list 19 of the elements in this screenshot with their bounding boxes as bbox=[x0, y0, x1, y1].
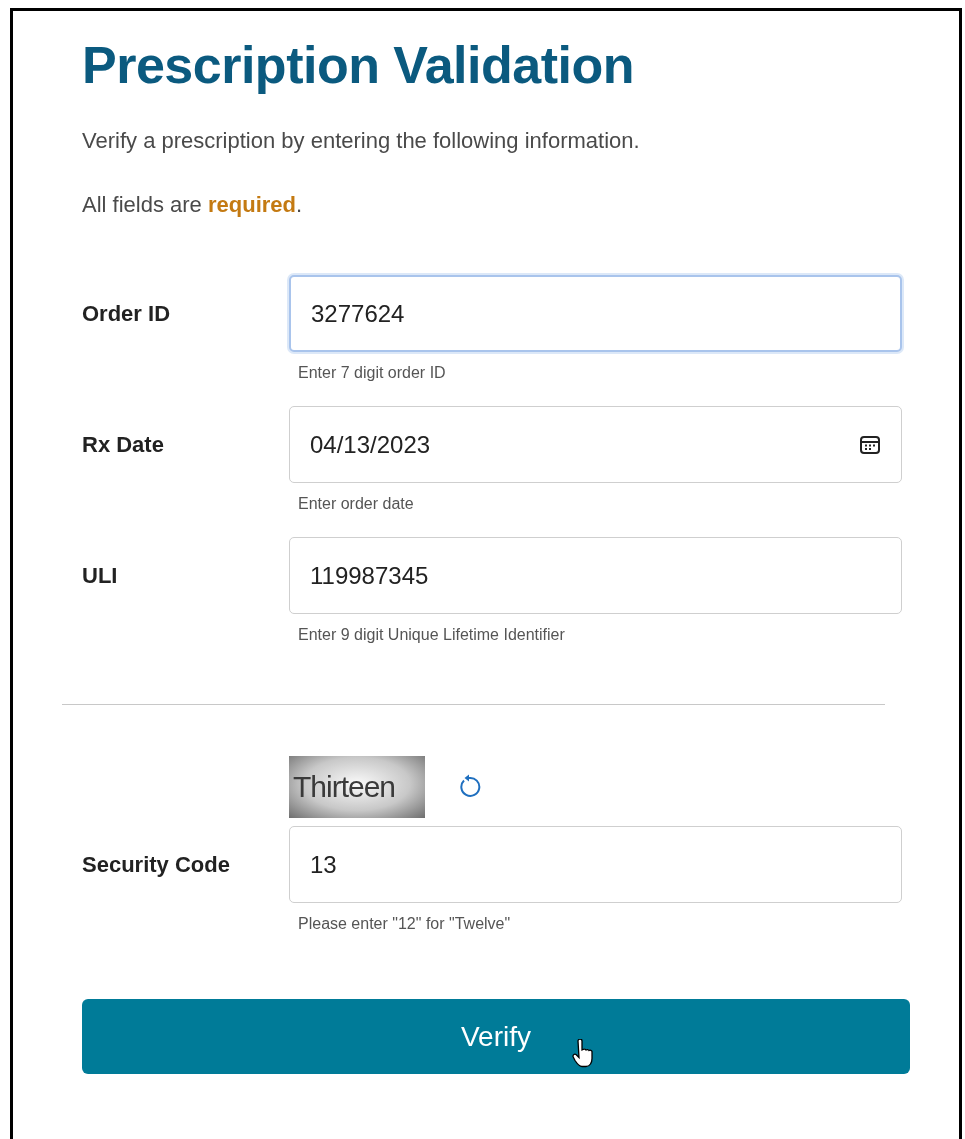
intro-text: Verify a prescription by entering the following information. bbox=[82, 127, 641, 155]
verify-button[interactable]: Verify bbox=[82, 999, 910, 1074]
required-note: All fields are required. bbox=[82, 191, 304, 219]
field-hint: Enter order date bbox=[298, 495, 415, 513]
field-hint: Enter 9 digit Unique Lifetime Identifier bbox=[298, 626, 566, 644]
input-field[interactable]: 13 bbox=[289, 826, 902, 903]
captcha-image: Thirteen bbox=[289, 756, 425, 818]
field-hint: Enter 7 digit order ID bbox=[298, 364, 447, 382]
field-label: ULI bbox=[82, 562, 119, 589]
date-field[interactable]: 04/13/2023 bbox=[289, 406, 902, 483]
field-label: Rx Date bbox=[82, 431, 165, 458]
input-field[interactable]: 3277624 bbox=[289, 275, 902, 352]
calendar-icon[interactable] bbox=[859, 433, 881, 456]
field-label: Security Code bbox=[82, 851, 231, 878]
hand-cursor-icon bbox=[572, 1039, 594, 1069]
input-field[interactable]: 119987345 bbox=[289, 537, 902, 614]
field-hint: Please enter "12" for "Twelve" bbox=[298, 915, 512, 933]
page-title: Prescription Validation bbox=[82, 35, 635, 96]
field-label: Order ID bbox=[82, 300, 172, 327]
